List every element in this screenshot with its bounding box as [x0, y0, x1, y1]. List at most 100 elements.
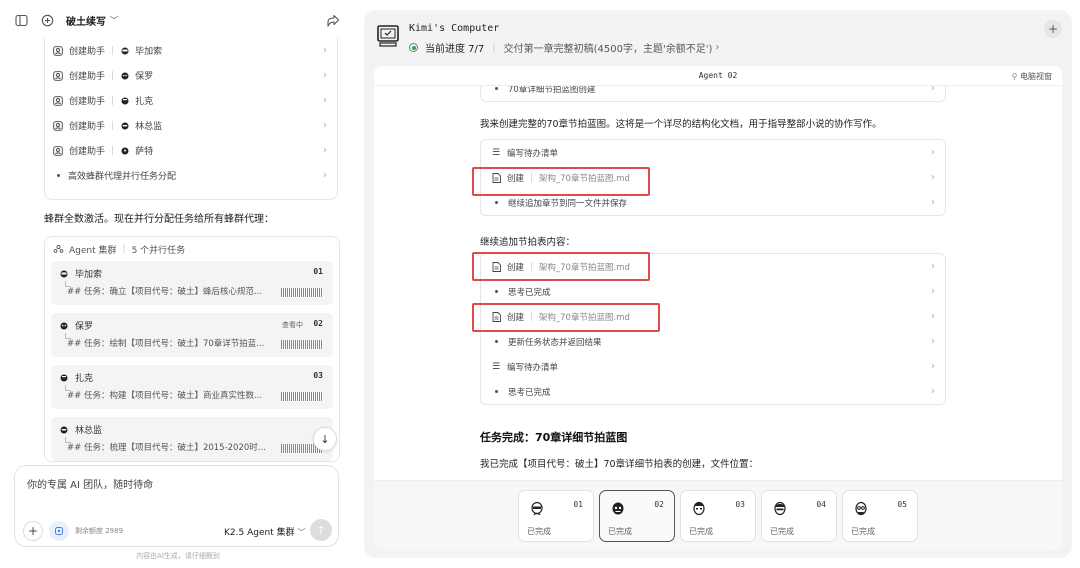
- agent-tab-1[interactable]: 01 已完成: [518, 490, 594, 542]
- agent-transcript[interactable]: 70章详细节拍蓝图创建 › 我来创建完整的70章节拍蓝图。这将是一个详尽的结构化文…: [374, 86, 1062, 480]
- agent-tab-3[interactable]: 03 已完成: [680, 490, 756, 542]
- step-row[interactable]: 更新任务状态并返回结果 ›: [481, 329, 945, 354]
- assistant-message: 蜂群全数激活。现在并行分配任务给所有蜂群代理：: [44, 214, 274, 225]
- bullet-icon: [57, 174, 60, 177]
- completion-title: 任务完成：70章详细节拍蓝图: [480, 431, 628, 444]
- agent-view-header: Agent 02 ⚲ 电脑视窗: [374, 66, 1062, 86]
- step-agent: 林总监: [135, 122, 163, 132]
- agent-create-icon: [53, 95, 63, 106]
- agent-number: 04: [816, 500, 826, 509]
- chat-input-box[interactable]: 你的专属 AI 团队，随时待命 + 剩余额度 2989 K2.5 Agent 集…: [14, 465, 339, 547]
- divider: |: [492, 42, 496, 53]
- swarm-count: 5 个并行任务: [131, 245, 186, 256]
- step-row[interactable]: 创建助手 | 毕加索 ›: [45, 38, 337, 63]
- scroll-down-button[interactable]: ↓: [313, 427, 337, 451]
- attach-button[interactable]: +: [23, 521, 43, 541]
- agent-task: ## 任务：梳理【项目代号：破土】2015-2020时...: [67, 443, 266, 453]
- chevron-right-icon: ›: [931, 261, 935, 272]
- chat-input-placeholder[interactable]: 你的专属 AI 团队，随时待命: [27, 476, 153, 491]
- project-selector[interactable]: 破土续写 ﹀: [66, 13, 118, 28]
- divider: |: [111, 145, 115, 156]
- step-row[interactable]: 创建助手 | 萨特 ›: [45, 138, 337, 163]
- computer-title: Kimi's Computer: [409, 23, 500, 34]
- step-label: 思考已完成: [508, 387, 551, 398]
- model-name: K2.5 Agent 集群: [224, 528, 295, 538]
- model-selector[interactable]: K2.5 Agent 集群 ﹀: [224, 525, 305, 538]
- step-action: 高效蜂群代理并行任务分配: [68, 172, 177, 182]
- arrow-down-icon: ↓: [320, 432, 330, 446]
- agent-avatar-icon: [120, 46, 130, 56]
- step-row[interactable]: ☰ 编写待办清单 ›: [481, 140, 945, 165]
- agent-status: 查看中: [282, 321, 303, 329]
- step-row[interactable]: ☰ 编写待办清单 ›: [481, 354, 945, 379]
- divider: |: [111, 95, 115, 106]
- progress-row[interactable]: 当前进度 7/7 | 交付第一章完整初稿(4500字，主题'余额不足') ›: [409, 40, 719, 55]
- chevron-right-icon: ›: [323, 145, 327, 156]
- agent-number: 02: [654, 500, 664, 509]
- step-agent: 毕加索: [135, 47, 163, 57]
- chevron-right-icon: ›: [931, 361, 935, 372]
- step-row[interactable]: 高效蜂群代理并行任务分配 ›: [45, 163, 337, 188]
- agent-avatar-icon: [59, 269, 69, 279]
- agent-status: 已完成: [527, 527, 551, 536]
- agent-card[interactable]: 毕加索 01 ## 任务：确立【项目代号：破土】蜂后核心规范...: [51, 261, 333, 305]
- step-agent: 萨特: [135, 147, 154, 157]
- agent-status: 已完成: [608, 527, 632, 536]
- divider: |: [111, 45, 115, 56]
- agent-tab-5[interactable]: 05 已完成: [842, 490, 918, 542]
- quota-icon[interactable]: [49, 521, 69, 541]
- agent-avatar-icon: [59, 425, 69, 435]
- sidebar-toggle-icon[interactable]: [14, 13, 28, 27]
- step-row[interactable]: 70章详细节拍蓝图创建 ›: [481, 86, 945, 101]
- agent-progress-bar: [281, 340, 323, 349]
- agent-face-icon: [855, 501, 867, 516]
- agent-face-icon: [531, 501, 543, 516]
- agent-face-icon: [774, 501, 786, 516]
- computer-view-link[interactable]: ⚲ 电脑视窗: [1012, 71, 1052, 82]
- share-icon[interactable]: [326, 13, 340, 27]
- agent-progress-bar: [281, 392, 323, 401]
- swarm-header: Agent 集群 | 5 个并行任务: [45, 237, 339, 261]
- send-button[interactable]: ↑: [310, 519, 332, 541]
- chevron-right-icon: ›: [931, 311, 935, 322]
- add-button[interactable]: +: [1044, 20, 1062, 38]
- agent-number: 02: [313, 319, 323, 328]
- plus-icon: +: [27, 524, 39, 538]
- step-row[interactable]: 创建助手 | 保罗 ›: [45, 63, 337, 88]
- step-row[interactable]: 创建助手 | 扎克 ›: [45, 88, 337, 113]
- agent-avatar-icon: [59, 321, 69, 331]
- agent-view: Agent 02 ⚲ 电脑视窗 70章详细节拍蓝图创建 › 我来创建完整的70章节…: [374, 66, 1062, 550]
- step-row[interactable]: 思考已完成 ›: [481, 379, 945, 404]
- agent-number: 01: [313, 267, 323, 276]
- agent-task: ## 任务：确立【项目代号：破土】蜂后核心规范...: [67, 287, 263, 297]
- assistant-text: 我来创建完整的70章节拍蓝图。这将是一个详尽的结构化文档，用于指导整部小说的协作…: [480, 119, 882, 130]
- app: 破土续写 ﹀ 创建助手 | 毕加索 › 创建助手 | 保罗 › 创建助手 | 扎…: [0, 0, 1080, 568]
- link-icon: ⚲: [1011, 72, 1020, 81]
- plus-icon: +: [1047, 22, 1059, 36]
- quota-text: 剩余额度 2989: [75, 527, 124, 535]
- agent-number: 03: [735, 500, 745, 509]
- chat-scroll[interactable]: 创建助手 | 毕加索 › 创建助手 | 保罗 › 创建助手 | 扎克 › 创建助…: [0, 32, 356, 462]
- agent-tab-2[interactable]: 02 已完成: [599, 490, 675, 542]
- step-label: 编写待办清单: [507, 148, 559, 159]
- progress-desc: 交付第一章完整初稿(4500字，主题'余额不足'): [503, 44, 713, 55]
- bullet-icon: [495, 390, 498, 393]
- agent-tab-4[interactable]: 04 已完成: [761, 490, 837, 542]
- step-row[interactable]: 思考已完成 ›: [481, 279, 945, 304]
- agent-card[interactable]: 林总监 ## 任务：梳理【项目代号：破土】2015-2020时...: [51, 417, 333, 461]
- computer-panel: Kimi's Computer 当前进度 7/7 | 交付第一章完整初稿(450…: [364, 10, 1072, 558]
- highlight-box: [472, 167, 650, 196]
- agent-card[interactable]: 扎克 03 ## 任务：构建【项目代号：破土】商业真实性数...: [51, 365, 333, 409]
- agent-card[interactable]: 保罗 查看中 02 ## 任务：绘制【项目代号：破土】70章详节拍蓝...: [51, 313, 333, 357]
- step-row[interactable]: 创建助手 | 林总监 ›: [45, 113, 337, 138]
- chevron-right-icon: ›: [323, 170, 327, 181]
- agent-number: 03: [313, 371, 323, 380]
- divider: |: [122, 244, 126, 254]
- highlight-box: [472, 252, 650, 281]
- agent-avatar-icon: [120, 121, 130, 131]
- chevron-right-icon: ›: [931, 147, 935, 158]
- step-label: 继续追加章节到同一文件并保存: [508, 198, 628, 209]
- chevron-right-icon: ›: [323, 120, 327, 131]
- todo-list-icon: ☰: [491, 361, 501, 372]
- new-chat-icon[interactable]: [40, 13, 54, 27]
